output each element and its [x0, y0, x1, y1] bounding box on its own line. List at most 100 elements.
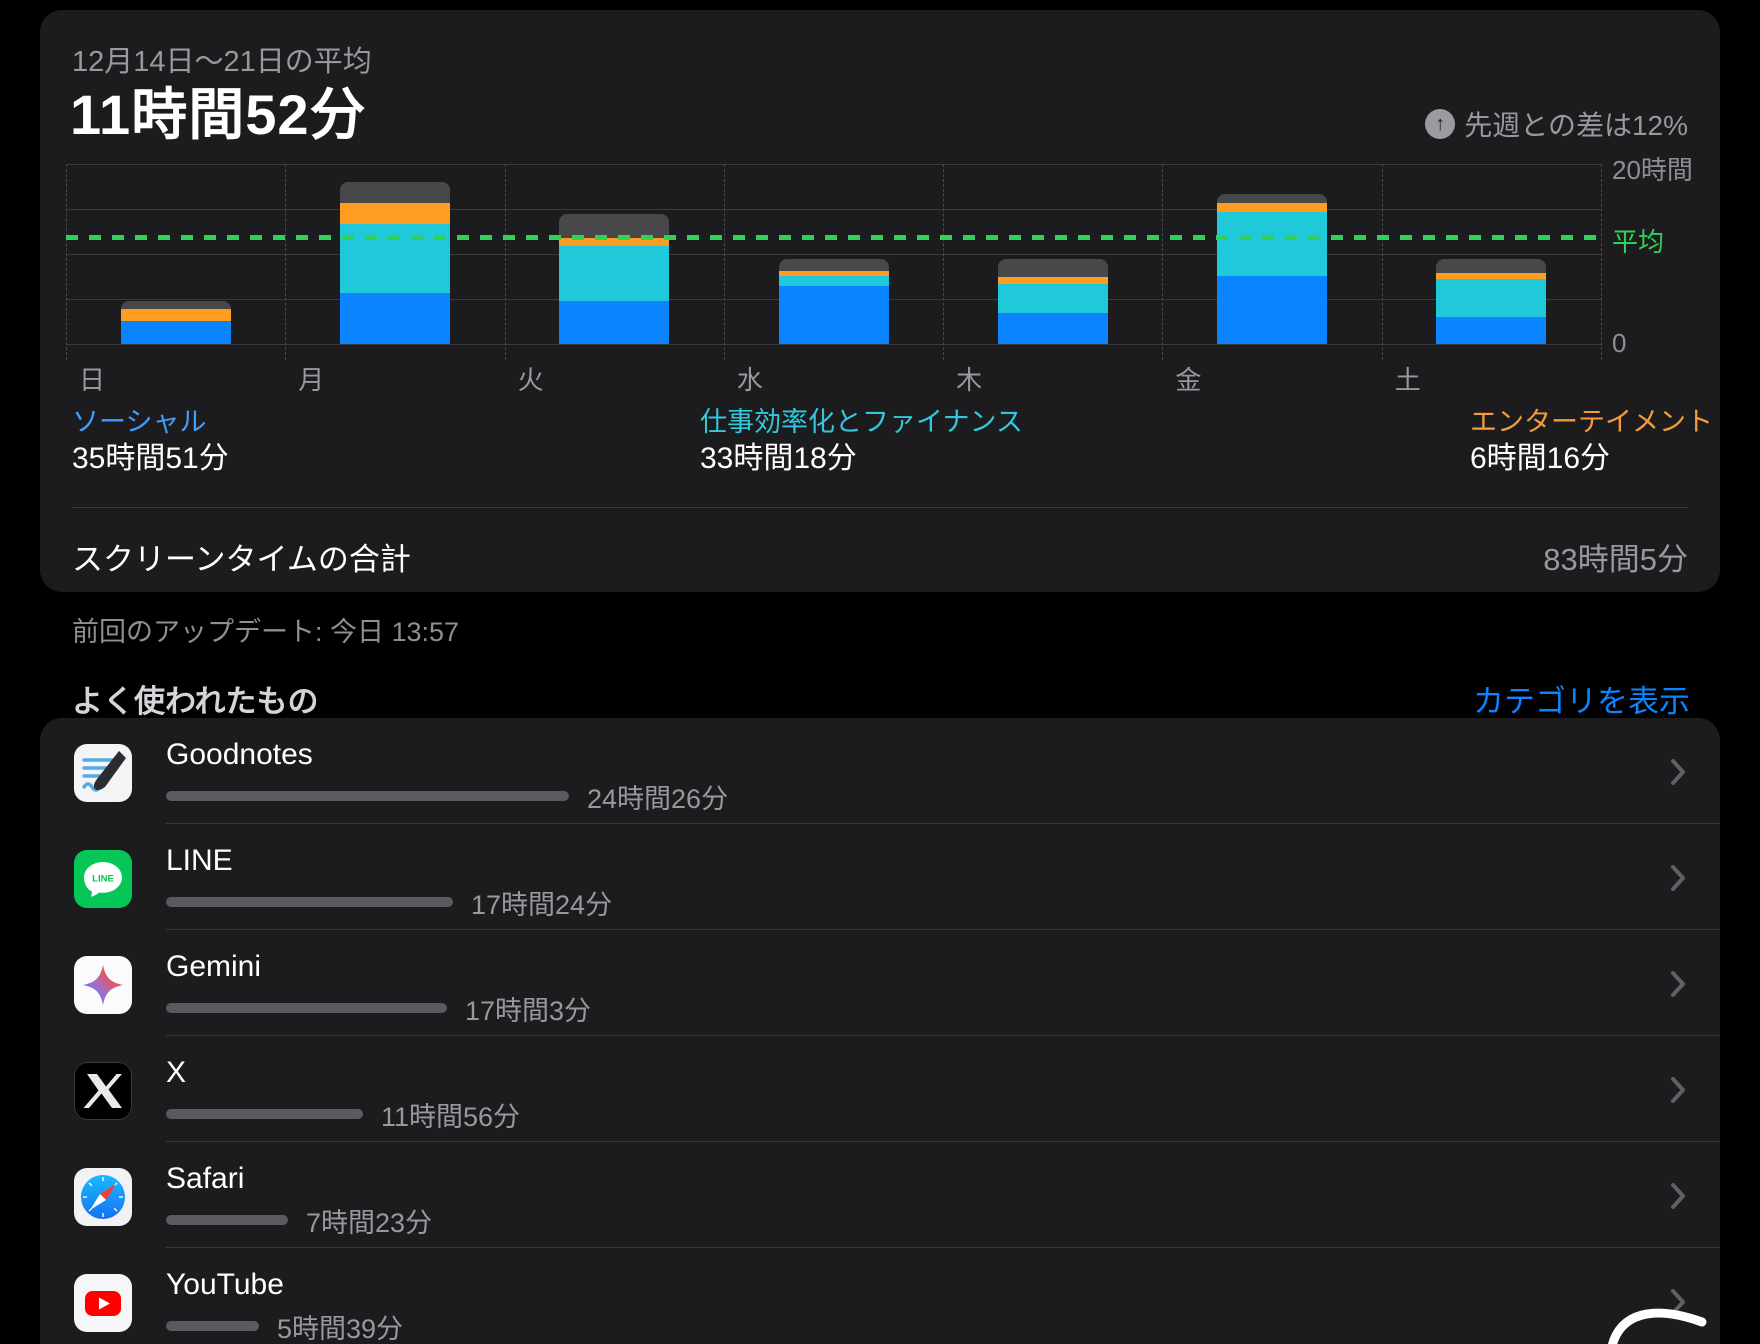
bar-土 [1436, 259, 1546, 345]
chart-day-gridline [285, 164, 286, 360]
x-app-icon [74, 1062, 132, 1120]
total-label: スクリーンタイムの合計 [72, 534, 411, 579]
chart-day-gridline [505, 164, 506, 360]
app-usage-bar [166, 1215, 288, 1225]
app-usage-bar-row: 11時間56分 [166, 1102, 520, 1126]
app-usage-bar-row: 17時間24分 [166, 890, 612, 914]
legend-label: 仕事効率化とファイナンス [700, 406, 1023, 438]
week-delta: ↑ 先週との差は12% [1425, 104, 1688, 144]
app-usage-time: 17時間3分 [465, 989, 591, 1028]
daily-average-value: 11時間52分 [70, 70, 367, 151]
day-label-金: 金 [1175, 360, 1201, 397]
app-usage-bar [166, 1109, 363, 1119]
bar-segment-仕事効率化とファイナンス [1217, 212, 1327, 276]
bar-水 [779, 259, 889, 344]
y-axis-label: 20時間 [1612, 150, 1693, 187]
bar-segment-ソーシャル [1436, 317, 1546, 344]
legend-仕事効率化とファイナンス: 仕事効率化とファイナンス 33時間18分 [700, 406, 1023, 476]
bar-segment-その他 [121, 301, 231, 309]
day-label-水: 水 [737, 360, 763, 397]
app-usage-bar [166, 1321, 259, 1331]
bar-segment-その他 [1436, 259, 1546, 273]
chart-day-gridline [1162, 164, 1163, 360]
bar-segment-ソーシャル [559, 301, 669, 344]
app-row-LINE[interactable]: LINE LINE 17時間24分 [40, 824, 1720, 930]
bar-segment-その他 [998, 259, 1108, 277]
app-usage-time: 24時間26分 [587, 777, 728, 816]
bar-segment-ソーシャル [998, 313, 1108, 344]
chevron-right-icon[interactable] [1670, 970, 1686, 1003]
legend-label: ソーシャル [72, 406, 229, 438]
divider [72, 507, 1688, 508]
app-name: LINE [166, 844, 233, 878]
chart-gridline [66, 209, 1601, 210]
bar-月 [340, 182, 450, 344]
app-usage-bar [166, 897, 453, 907]
app-row-YouTube[interactable]: YouTube 5時間39分 [40, 1248, 1720, 1344]
y-axis-label: 平均 [1612, 222, 1664, 259]
bar-segment-仕事効率化とファイナンス [559, 246, 669, 301]
day-label-土: 土 [1395, 360, 1421, 397]
y-axis-label: 0 [1612, 328, 1626, 359]
bar-火 [559, 214, 669, 345]
bar-segment-その他 [559, 214, 669, 238]
bar-木 [998, 259, 1108, 345]
app-usage-bar-row: 5時間39分 [166, 1314, 403, 1338]
legend-value: 33時間18分 [700, 442, 1023, 476]
bar-segment-ソーシャル [121, 321, 231, 344]
app-name: YouTube [166, 1268, 284, 1302]
app-row-X[interactable]: X11時間56分 [40, 1036, 1720, 1142]
app-usage-time: 5時間39分 [277, 1307, 403, 1344]
chart-gridline [66, 344, 1601, 345]
chart-day-gridline [724, 164, 725, 360]
bar-segment-ソーシャル [779, 286, 889, 344]
legend-value: 35時間51分 [72, 442, 229, 476]
app-usage-bar-row: 17時間3分 [166, 996, 591, 1020]
bar-segment-仕事効率化とファイナンス [998, 284, 1108, 314]
bar-segment-その他 [1217, 194, 1327, 203]
bar-segment-ソーシャル [340, 293, 450, 344]
bar-日 [121, 301, 231, 344]
most-used-section-header: よく使われたもの カテゴリを表示 [40, 676, 1720, 721]
chevron-right-icon[interactable] [1670, 758, 1686, 791]
show-categories-link[interactable]: カテゴリを表示 [1473, 676, 1690, 721]
chevron-right-icon[interactable] [1670, 864, 1686, 897]
bar-segment-エンターテイメント [998, 277, 1108, 284]
average-line [66, 235, 1601, 240]
chevron-right-icon[interactable] [1670, 1182, 1686, 1215]
chevron-right-icon[interactable] [1670, 1076, 1686, 1109]
day-label-日: 日 [79, 360, 105, 397]
most-used-apps-card: Goodnotes 24時間26分 LINE LINE 17時間24分 Gemini1… [40, 718, 1720, 1344]
app-usage-bar-row: 24時間26分 [166, 784, 728, 808]
chart-gridline [66, 164, 1601, 165]
bar-segment-その他 [779, 259, 889, 271]
app-usage-bar-row: 7時間23分 [166, 1208, 432, 1232]
app-row-Gemini[interactable]: Gemini17時間3分 [40, 930, 1720, 1036]
legend-ソーシャル: ソーシャル 35時間51分 [72, 406, 229, 476]
last-update-note: 前回のアップデート: 今日 13:57 [72, 610, 459, 649]
app-row-Safari[interactable]: Safari7時間23分 [40, 1142, 1720, 1248]
handwriting-stroke [1606, 1300, 1710, 1344]
week-delta-text: 先週との差は12% [1464, 104, 1688, 144]
day-label-火: 火 [518, 360, 544, 397]
app-name: Goodnotes [166, 738, 313, 772]
usage-bar-chart [66, 164, 1601, 344]
app-row-Goodnotes[interactable]: Goodnotes 24時間26分 [40, 718, 1720, 824]
app-usage-time: 17時間24分 [471, 883, 612, 922]
svg-text:LINE: LINE [92, 874, 114, 885]
legend-エンターテイメント: エンターテイメント6時間16分 [1470, 406, 1713, 476]
goodnotes-app-icon [74, 744, 132, 802]
chart-day-gridline [1601, 164, 1602, 360]
chart-day-gridline [1382, 164, 1383, 360]
chart-gridline [66, 254, 1601, 255]
bar-segment-その他 [340, 182, 450, 203]
bar-segment-エンターテイメント [1217, 203, 1327, 212]
safari-app-icon [74, 1168, 132, 1226]
legend-value: 6時間16分 [1470, 442, 1713, 476]
chart-day-gridline [943, 164, 944, 360]
section-title: よく使われたもの [72, 676, 318, 721]
chart-day-gridline [66, 164, 67, 360]
bar-金 [1217, 194, 1327, 344]
bar-segment-エンターテイメント [121, 309, 231, 321]
screen-time-summary-card: 12月14日〜21日の平均 11時間52分 ↑ 先週との差は12% 20時間平均… [40, 10, 1720, 592]
